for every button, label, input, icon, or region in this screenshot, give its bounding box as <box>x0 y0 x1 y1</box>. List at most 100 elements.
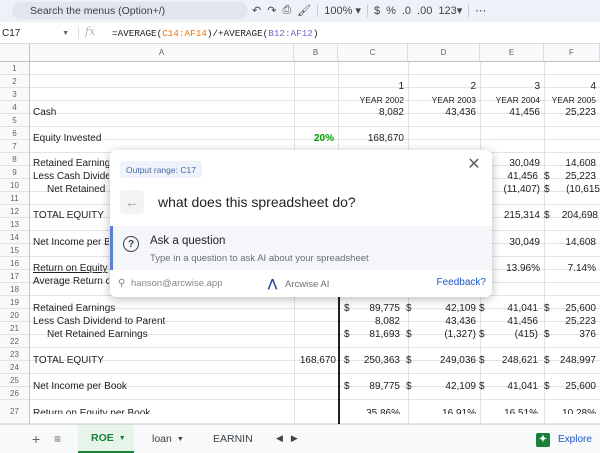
row-header-9[interactable]: 9 <box>0 166 30 179</box>
cell-f21[interactable]: 376 <box>550 328 596 341</box>
cell-d20[interactable]: 43,436 <box>420 315 476 328</box>
back-arrow-icon[interactable]: ← <box>120 190 144 214</box>
add-sheet-icon[interactable]: + <box>32 431 40 447</box>
search-menus-input[interactable]: Search the menus (Option+/) <box>12 2 248 19</box>
formula-input[interactable]: =AVERAGE(C14:AF14)/+AVERAGE(B12:AF12) <box>112 28 318 39</box>
cell-c21[interactable]: 81,693 <box>350 328 400 341</box>
cell-c6[interactable]: 168,670 <box>340 132 404 145</box>
cell-d21[interactable]: (1,327) <box>420 328 476 341</box>
cell-d25[interactable]: 42,109 <box>420 380 476 393</box>
row-header-23[interactable]: 23 <box>0 348 30 361</box>
cell-d27[interactable]: 16.91% <box>420 407 476 414</box>
cell-c27[interactable]: 35.86% <box>350 407 400 414</box>
cell-a9[interactable]: Less Cash Divide <box>33 170 109 183</box>
row-header-25[interactable]: 25 <box>0 374 30 387</box>
cell-b23[interactable]: 168,670 <box>296 354 336 367</box>
zoom-select[interactable]: 100% ▾ <box>324 4 361 17</box>
cell-c4[interactable]: 8,082 <box>340 106 404 119</box>
row-header-6[interactable]: 6 <box>0 127 30 140</box>
cell-b6[interactable]: 20% <box>296 132 334 145</box>
decrease-decimal-button[interactable]: .0 <box>402 5 411 17</box>
tab-roe[interactable]: ROE ▼ <box>78 425 134 453</box>
explore-button[interactable]: ✦ Explore <box>536 431 592 448</box>
close-icon[interactable]: ✕ <box>466 157 482 173</box>
cell-d4[interactable]: 43,436 <box>410 106 476 119</box>
cell-c19[interactable]: 89,775 <box>350 302 400 315</box>
cell-a14[interactable]: Net Income per B <box>33 236 109 249</box>
row-header-1[interactable]: 1 <box>0 62 30 75</box>
cell-f10[interactable]: (10,615 <box>552 183 600 196</box>
column-header-d[interactable]: D <box>408 44 480 62</box>
cell-f2[interactable]: 4 <box>546 80 596 93</box>
cell-c2[interactable]: 1 <box>340 80 404 93</box>
cell-f20[interactable]: 25,223 <box>550 315 596 328</box>
cell-c20[interactable]: 8,082 <box>350 315 400 328</box>
cell-f16[interactable]: 7.14% <box>546 262 596 275</box>
cell-e25[interactable]: 41,041 <box>486 380 538 393</box>
question-input[interactable] <box>158 192 478 212</box>
cell-e4[interactable]: 41,456 <box>482 106 540 119</box>
cell-a6[interactable]: Equity Invested <box>33 132 233 145</box>
column-header-e[interactable]: E <box>480 44 544 62</box>
row-header-4[interactable]: 4 <box>0 101 30 114</box>
cell-d23[interactable]: 249,036 <box>420 354 476 367</box>
cell-f8[interactable]: 14,608 <box>546 157 596 170</box>
more-options-icon[interactable]: ⋯ <box>475 4 486 17</box>
cell-a8[interactable]: Retained Earning <box>33 157 109 170</box>
number-format-select[interactable]: 123▾ <box>438 4 462 17</box>
feedback-link[interactable]: Feedback? <box>437 277 486 288</box>
cell-e27[interactable]: 16.51% <box>486 407 538 414</box>
row-header-14[interactable]: 14 <box>0 231 30 244</box>
tab-scroll-arrows[interactable]: ◀▶ <box>276 433 306 444</box>
row-header-8[interactable]: 8 <box>0 153 30 166</box>
paint-format-icon[interactable]: 🖌 <box>297 4 311 17</box>
row-header-17[interactable]: 17 <box>0 270 30 283</box>
column-header-f[interactable]: F <box>544 44 600 62</box>
cell-a12[interactable]: TOTAL EQUITY <box>33 209 109 222</box>
cell-a19[interactable]: Retained Earnings <box>33 302 293 315</box>
cell-a23[interactable]: TOTAL EQUITY <box>33 354 293 367</box>
column-header-b[interactable]: B <box>294 44 338 62</box>
row-header-3[interactable]: 3 <box>0 88 30 101</box>
row-header-13[interactable]: 13 <box>0 218 30 231</box>
cell-a25[interactable]: Net Income per Book <box>33 380 293 393</box>
cell-e20[interactable]: 41,456 <box>486 315 538 328</box>
tab-earnings[interactable]: EARNIN <box>202 425 262 453</box>
currency-format-button[interactable]: $ <box>374 5 380 17</box>
cell-a10[interactable]: Net Retained <box>47 183 109 196</box>
column-header-c[interactable]: C <box>338 44 408 62</box>
cell-a21[interactable]: Net Retained Earnings <box>47 328 293 341</box>
cell-d2[interactable]: 2 <box>410 80 476 93</box>
cell-a20[interactable]: Less Cash Dividend to Parent <box>33 315 293 328</box>
cell-e23[interactable]: 248,621 <box>486 354 538 367</box>
row-header-20[interactable]: 20 <box>0 309 30 322</box>
row-header-26[interactable]: 26 <box>0 387 30 400</box>
name-box[interactable]: C17 ▼ <box>0 25 75 41</box>
cell-a16[interactable]: Return on Equity <box>33 262 109 275</box>
cell-c23[interactable]: 250,363 <box>350 354 400 367</box>
cell-d19[interactable]: 42,109 <box>420 302 476 315</box>
row-header-22[interactable]: 22 <box>0 335 30 348</box>
row-header-7[interactable]: 7 <box>0 140 30 153</box>
cell-f23[interactable]: 248,997 <box>550 354 596 367</box>
cell-f4[interactable]: 25,223 <box>546 106 596 119</box>
cell-f19[interactable]: 25,600 <box>550 302 596 315</box>
ask-question-option[interactable]: ? Ask a question Type in a question to a… <box>110 226 492 270</box>
cell-f12[interactable]: 204,698 <box>552 209 598 222</box>
row-header-16[interactable]: 16 <box>0 257 30 270</box>
select-all-corner[interactable] <box>0 44 30 62</box>
cell-a4[interactable]: Cash <box>33 106 233 119</box>
row-header-12[interactable]: 12 <box>0 205 30 218</box>
row-header-19[interactable]: 19 <box>0 296 30 309</box>
row-header-15[interactable]: 15 <box>0 244 30 257</box>
cell-e21[interactable]: (415) <box>486 328 538 341</box>
undo-icon[interactable]: ↶ <box>252 4 261 17</box>
tab-loan[interactable]: loan ▼ <box>140 425 194 453</box>
row-header-27[interactable]: 27 <box>0 400 30 424</box>
cell-c25[interactable]: 89,775 <box>350 380 400 393</box>
cell-e2[interactable]: 3 <box>482 80 540 93</box>
cell-f9[interactable]: 25,223 <box>546 170 596 183</box>
all-sheets-icon[interactable]: ≡ <box>54 432 61 446</box>
print-icon[interactable]: ⎙ <box>282 4 291 17</box>
row-header-24[interactable]: 24 <box>0 361 30 374</box>
